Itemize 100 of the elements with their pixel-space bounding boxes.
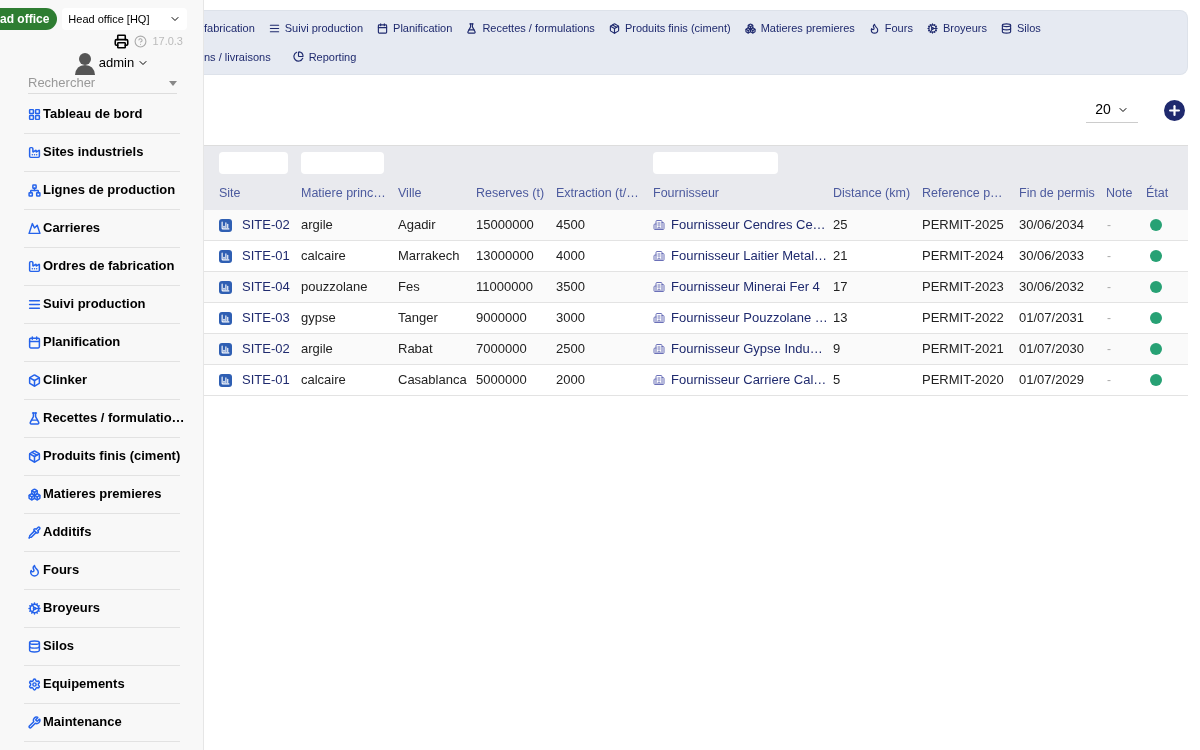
cube-icon: [28, 373, 41, 387]
sidebar-item[interactable]: Clinker: [24, 361, 180, 400]
table-row[interactable]: SITE-02 argile Agadir 15000000 4500 Fournisseur Cendres Ce… 25 PERMIT-2025 30/06/2034 -: [204, 210, 1188, 241]
sidebar-item[interactable]: Additifs: [24, 513, 180, 552]
supplier-link[interactable]: Fournisseur Carriere Cal…: [671, 370, 827, 390]
package-icon: [28, 449, 41, 463]
sidebar-item[interactable]: Produits finis (ciment): [24, 437, 180, 476]
table-cell-text: 30/06/2034: [1019, 216, 1085, 235]
sidebar-item[interactable]: Suivi production: [24, 285, 180, 324]
site-link[interactable]: SITE-01: [242, 370, 290, 390]
nav-link[interactable]: Matieres premieres: [744, 20, 855, 37]
table-cell-text: calcaire: [301, 247, 346, 266]
column-header[interactable]: État: [1146, 185, 1169, 200]
table-cell-text: 01/07/2029: [1019, 371, 1085, 390]
plus-icon: [1167, 102, 1182, 118]
column-header[interactable]: Reserves (t): [476, 185, 545, 200]
supplier-link[interactable]: Fournisseur Pouzzolane …: [671, 308, 828, 328]
calendar-icon: [377, 22, 389, 34]
table-cell-text: 01/07/2030: [1019, 340, 1085, 359]
user-menu[interactable]: admin: [98, 52, 150, 73]
supplier-link[interactable]: Fournisseur Cendres Ce…: [671, 215, 826, 235]
sidebar-item[interactable]: Equipements: [24, 665, 180, 704]
site-link[interactable]: SITE-03: [242, 308, 290, 328]
table-cell-text: 30/06/2032: [1019, 278, 1085, 297]
table-cell-text: calcaire: [301, 371, 346, 390]
table-cell-text: 3500: [556, 278, 585, 297]
boxes-icon: [28, 487, 41, 501]
table-cell-text: Casablanca: [398, 371, 467, 390]
table-cell-text: 9000000: [476, 309, 527, 328]
table-cell-text: -: [1106, 248, 1111, 265]
column-header[interactable]: Fin de permis: [1019, 185, 1095, 200]
column-header[interactable]: Fournisseur: [653, 185, 719, 200]
site-link[interactable]: SITE-02: [242, 215, 290, 235]
site-link[interactable]: SITE-04: [242, 277, 290, 297]
flask-icon: [466, 22, 478, 34]
table-cell-text: gypse: [301, 309, 336, 328]
sidebar-item[interactable]: Ordres de fabrication: [24, 247, 180, 286]
nav-link[interactable]: Broyeurs: [926, 20, 987, 37]
table-cell-text: 3000: [556, 309, 585, 328]
table-cell-text: 25: [833, 216, 848, 235]
site-select[interactable]: Head office [HQ]: [62, 8, 188, 30]
table-cell-text: 11000000: [476, 278, 533, 297]
table-cell-text: argile: [301, 216, 333, 235]
site-link[interactable]: SITE-02: [242, 339, 290, 359]
column-header[interactable]: Reference p…: [922, 185, 1003, 200]
list-icon: [268, 22, 280, 34]
nav-link[interactable]: Reporting: [292, 48, 357, 65]
sidebar-item[interactable]: Maintenance: [24, 703, 180, 742]
table-cell-text: 30/06/2033: [1019, 247, 1085, 266]
table-cell-text: -: [1106, 341, 1111, 358]
avatar-icon: [73, 50, 96, 75]
database-icon: [1000, 22, 1012, 34]
nav-link[interactable]: Silos: [1000, 20, 1041, 37]
nav-link[interactable]: Planification: [377, 20, 453, 37]
settings-icon: [28, 677, 41, 691]
building-icon: [653, 219, 665, 231]
column-header[interactable]: Note: [1106, 185, 1133, 200]
help-icon[interactable]: [134, 34, 148, 48]
building-icon: [653, 374, 665, 386]
table-cell-text: PERMIT-2021: [922, 340, 1004, 359]
column-header[interactable]: Distance (km): [833, 185, 911, 200]
table-cell-text: PERMIT-2025: [922, 216, 1004, 235]
site-icon: [219, 373, 232, 387]
table-cell-text: 15000000: [476, 216, 534, 235]
nav-link[interactable]: Fours: [868, 20, 913, 37]
column-header[interactable]: Ville: [398, 185, 422, 200]
table-row[interactable]: SITE-02 argile Rabat 7000000 2500 Fournisseur Gypse Indu… 9 PERMIT-2021 01/07/2030 -: [204, 334, 1188, 365]
column-header[interactable]: Site: [219, 185, 241, 200]
printer-icon[interactable]: [114, 33, 130, 49]
supplier-link[interactable]: Fournisseur Laitier Metal…: [671, 246, 828, 266]
table-row[interactable]: SITE-04 pouzzolane Fes 11000000 3500 Fournisseur Minerai Fer 4 17 PERMIT-2023 30/06/2032 -: [204, 272, 1188, 303]
supplier-link[interactable]: Fournisseur Minerai Fer 4: [671, 277, 820, 297]
nav-link[interactable]: Suivi production: [268, 20, 364, 37]
sidebar-item[interactable]: Sites industriels: [24, 133, 180, 172]
add-button[interactable]: [1164, 99, 1185, 121]
sidebar-item[interactable]: Planification: [24, 323, 180, 362]
supplier-link[interactable]: Fournisseur Gypse Indu…: [671, 339, 823, 359]
wrench-icon: [28, 715, 41, 729]
sidebar-item[interactable]: Lignes de production: [24, 171, 180, 210]
site-link[interactable]: SITE-01: [242, 246, 290, 266]
boxes-icon: [744, 22, 756, 34]
sidebar-item[interactable]: Broyeurs: [24, 589, 180, 628]
nav-link[interactable]: Recettes / formulations: [466, 20, 595, 37]
network-icon: [28, 183, 41, 197]
nav-link[interactable]: Produits finis (ciment): [608, 20, 731, 37]
table-cell-text: argile: [301, 340, 333, 359]
column-header[interactable]: Extraction (t/…: [556, 185, 639, 200]
table-cell-text: PERMIT-2023: [922, 278, 1004, 297]
flask-icon: [28, 411, 41, 425]
building-icon: [653, 250, 665, 262]
sidebar-item[interactable]: Silos: [24, 627, 180, 666]
table-cell-text: 2500: [556, 340, 585, 359]
page-size-select[interactable]: 20: [1086, 97, 1138, 123]
column-header[interactable]: Matiere princ…: [301, 185, 386, 200]
nav-link[interactable]: fabrication: [204, 20, 255, 37]
sidebar-item[interactable]: Carrieres: [24, 209, 180, 248]
sidebar-item[interactable]: Fours: [24, 551, 180, 590]
nav-link[interactable]: ns / livraisons: [204, 48, 271, 65]
sidebar-item[interactable]: Matieres premieres: [24, 475, 180, 514]
sidebar-item[interactable]: Tableau de bord: [24, 95, 180, 134]
